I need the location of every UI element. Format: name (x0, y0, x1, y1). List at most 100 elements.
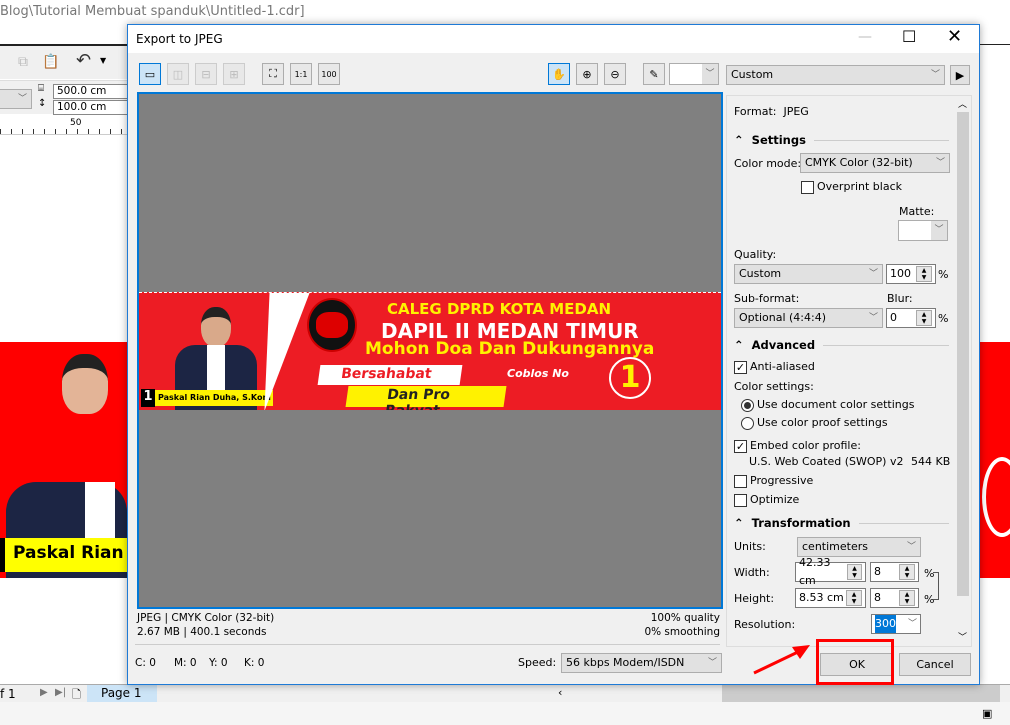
width-input[interactable]: 42.33 cm ▲ ▼ (795, 556, 866, 587)
info-format: JPEG | CMYK Color (32-bit) (137, 612, 275, 624)
optimize-checkbox[interactable]: Optimize (734, 493, 799, 507)
panel-scrollbar[interactable]: ︿ ﹀ (955, 96, 971, 646)
cancel-button[interactable]: Cancel (899, 653, 971, 676)
candidate-photo (62, 354, 108, 414)
use-document-radio[interactable]: Use document color settings (741, 398, 915, 412)
eyedropper-button[interactable]: ✎ (643, 63, 665, 85)
subformat-dropdown[interactable]: Optional (4:4:4) ﹀ (734, 308, 883, 328)
advanced-section[interactable]: ⌃ Advanced (734, 338, 949, 352)
eyedropper-icon: ✎ (649, 67, 659, 81)
canvas-circle (982, 457, 1010, 537)
maintain-aspect-link[interactable] (933, 572, 939, 600)
zoom-out-button[interactable]: ⊖ (604, 63, 626, 85)
split-horizontal-button[interactable]: ⊟ (195, 63, 217, 85)
height-percent-input[interactable]: 8 ▲ ▼ (870, 588, 919, 608)
zoom-out-icon: ⊖ (610, 67, 620, 81)
quality-input[interactable]: 100 ▲ ▼ (886, 264, 936, 284)
spinner[interactable]: ▲ ▼ (916, 310, 932, 326)
info-size: 2.67 MB | 400.1 seconds (137, 626, 267, 638)
zoom-1to1-button[interactable]: 1:1 (290, 63, 312, 85)
zoom-fit-button[interactable]: ⛶ (262, 63, 284, 85)
quality-label: Quality: (734, 248, 777, 261)
color-mode-dropdown[interactable]: CMYK Color (32-bit) ﹀ (800, 153, 950, 173)
dialog-title-bar: Export to JPEG — ☐ ✕ (128, 25, 979, 53)
scroll-up-icon[interactable]: ︿ (958, 97, 967, 110)
use-proof-radio[interactable]: Use color proof settings (741, 416, 888, 430)
page-tab[interactable]: Page 1 (87, 685, 157, 702)
matte-dropdown[interactable]: ﹀ (898, 220, 948, 241)
horizontal-scrollbar[interactable] (722, 685, 1000, 702)
resolution-dropdown[interactable]: 300 ﹀ (871, 614, 921, 634)
close-icon[interactable]: ✕ (947, 26, 962, 47)
split-vertical-icon: ◫ (172, 67, 184, 81)
anti-aliased-checkbox[interactable]: ✓ Anti-aliased (734, 360, 815, 374)
preset-combo[interactable]: ﹀ (0, 89, 32, 109)
maximize-icon[interactable]: ☐ (902, 27, 916, 46)
transformation-section[interactable]: ⌃ Transformation (734, 516, 949, 530)
spinner[interactable]: ▲ ▼ (899, 590, 915, 606)
spinner[interactable]: ▲ ▼ (899, 564, 915, 580)
chevron-down-icon: ﹀ (702, 64, 718, 84)
single-view-button[interactable]: ▭ (139, 63, 161, 85)
height-field[interactable]: 100.0 cm (53, 100, 133, 115)
progressive-checkbox[interactable]: Progressive (734, 474, 813, 488)
info-smoothing: 0% smoothing (644, 626, 720, 638)
dialog-title: Export to JPEG (136, 32, 223, 46)
height-input[interactable]: 8.53 cm ▲ ▼ (795, 588, 866, 608)
banner-stripe (244, 293, 310, 410)
minimize-icon[interactable]: — (858, 29, 872, 45)
format-label: Format: (734, 105, 777, 118)
quad-view-button[interactable]: ⊞ (223, 63, 245, 85)
speed-dropdown[interactable]: 56 kbps Modem/ISDN ﹀ (561, 653, 722, 673)
quad-view-icon: ⊞ (229, 67, 239, 81)
color-settings-label: Color settings: (734, 380, 814, 393)
width-percent-input[interactable]: 8 ▲ ▼ (870, 562, 919, 582)
width-field[interactable]: 500.0 cm (53, 84, 133, 99)
zoom-100-button[interactable]: 100 (318, 63, 340, 85)
format-value: JPEG (783, 105, 809, 118)
yellow-readout: Y: 0 (209, 657, 228, 669)
zoom-in-button[interactable]: ⊕ (576, 63, 598, 85)
party-logo (307, 298, 357, 352)
ok-highlight-box (816, 639, 894, 685)
scroll-down-icon[interactable]: ﹀ (958, 630, 967, 643)
banner-line3: Mohon Doa Dan Dukungannya (365, 339, 655, 359)
page-nav-bar: f 1 ▶ ▶| 🗋 Page 1 ‹ (0, 684, 1010, 702)
chevron-down-icon: ﹀ (868, 269, 878, 279)
spinner[interactable]: ▲ ▼ (846, 590, 862, 606)
blur-label: Blur: (887, 292, 913, 305)
spinner[interactable]: ▲ ▼ (916, 266, 932, 282)
banner-tag2: Dan Pro Rakyat (345, 386, 507, 410)
preview-area[interactable]: 1 Paskal Rian Duha, S.Kom CALEG DPRD KOT… (137, 92, 723, 609)
color-mode-label: Color mode: (734, 157, 802, 170)
preset-dropdown[interactable]: Custom ﹀ (726, 65, 945, 85)
scrollbar-thumb[interactable] (957, 112, 969, 596)
undo-dropdown-icon[interactable]: ▼ (100, 56, 106, 65)
embed-profile-checkbox[interactable]: ✓ Embed color profile: (734, 439, 861, 453)
preset-menu-button[interactable]: ▶ (950, 65, 970, 85)
collapse-icon: ⌃ (734, 516, 744, 530)
settings-section[interactable]: ⌃ Settings (734, 133, 949, 147)
app-title: Blog\Tutorial Membuat spanduk\Untitled-1… (0, 4, 305, 19)
quality-dropdown[interactable]: Custom ﹀ (734, 264, 883, 284)
single-view-icon: ▭ (144, 67, 156, 81)
color-swatch-dropdown[interactable]: ﹀ (669, 63, 719, 85)
pan-button[interactable]: ✋ (548, 63, 570, 85)
cyan-readout: C: 0 (135, 657, 156, 669)
chevron-down-icon: ﹀ (930, 70, 940, 80)
app-title-bar: Blog\Tutorial Membuat spanduk\Untitled-1… (0, 0, 1010, 24)
display-icon[interactable]: ▣ (982, 707, 992, 720)
undo-icon[interactable]: ↶ (76, 50, 91, 71)
banner-tag2-text: Dan Pro Rakyat (384, 387, 452, 410)
overprint-checkbox[interactable]: Overprint black (801, 180, 902, 194)
spinner[interactable]: ▲ ▼ (847, 564, 862, 580)
scroll-left-icon[interactable]: ‹ (558, 686, 562, 699)
split-vertical-button[interactable]: ◫ (167, 63, 189, 85)
last-page-icon[interactable]: ▶| (55, 687, 66, 698)
paste-icon[interactable]: 📋 (42, 54, 59, 70)
copy-icon[interactable]: ⧉ (18, 54, 28, 70)
next-page-icon[interactable]: ▶ (40, 687, 48, 698)
zoom-100-icon: 100 (321, 69, 337, 79)
blur-input[interactable]: 0 ▲ ▼ (886, 308, 936, 328)
banner-number-box: 1 (141, 389, 155, 407)
